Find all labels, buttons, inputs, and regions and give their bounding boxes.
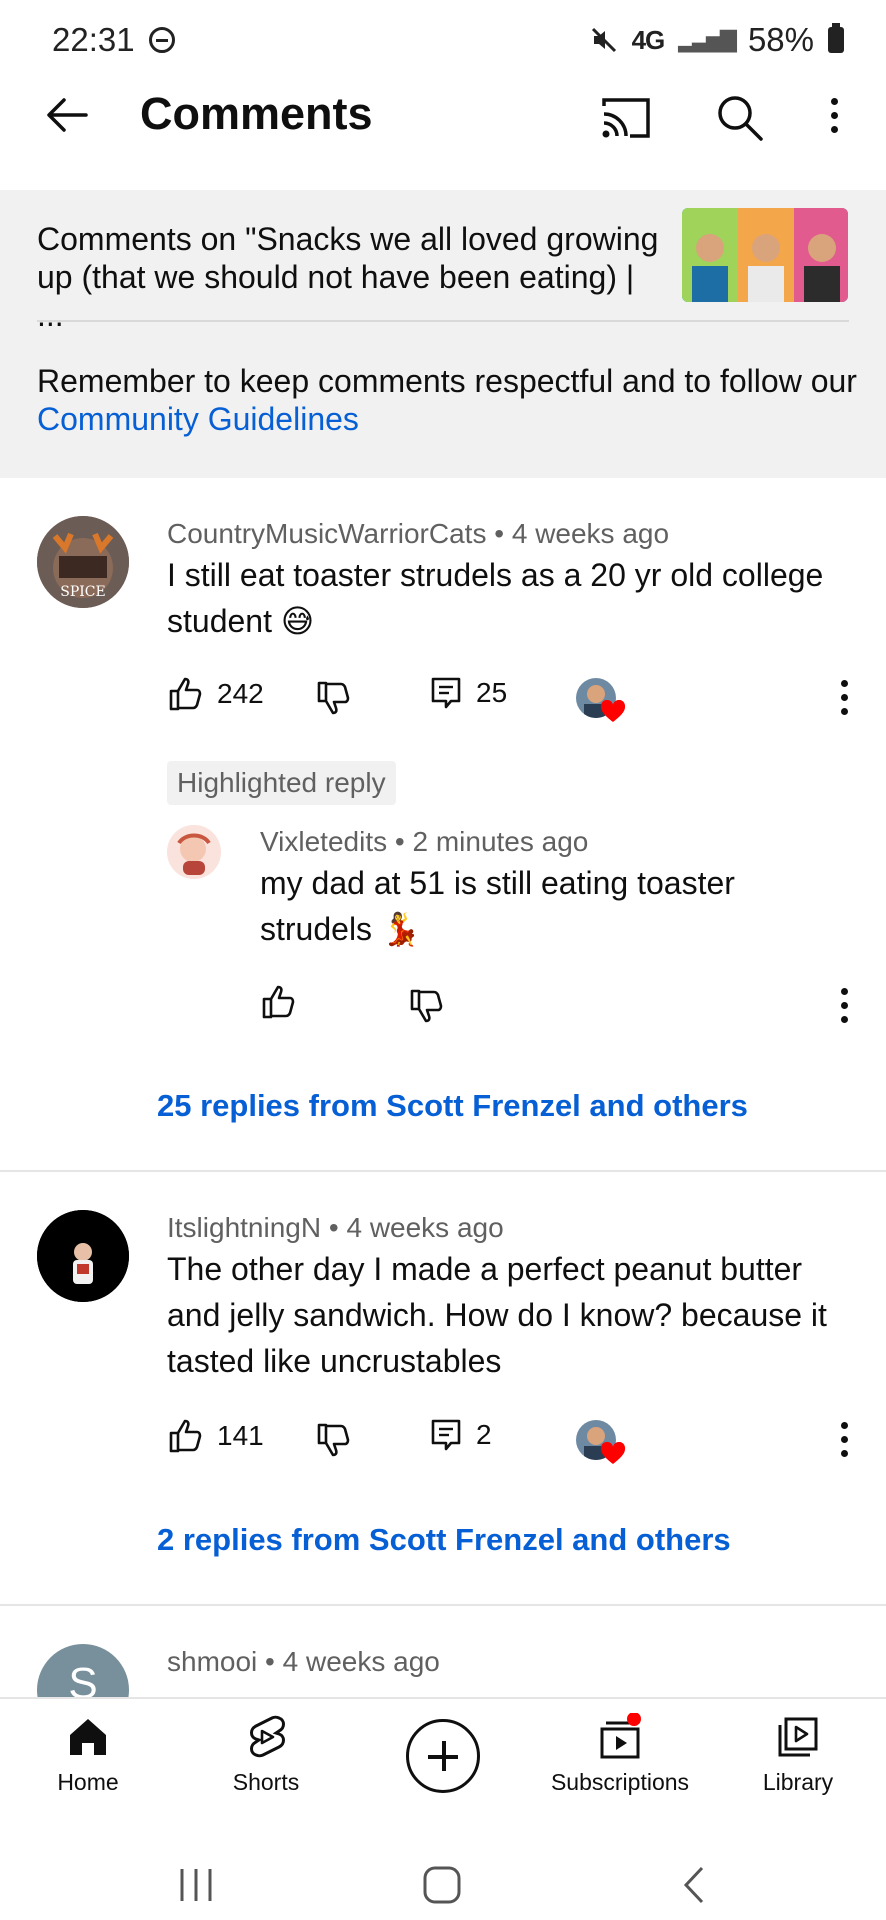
nav-subscriptions-label: Subscriptions (550, 1769, 690, 1795)
comment-author[interactable]: ItslightningN (167, 1212, 321, 1243)
view-replies-link[interactable]: 2 replies from Scott Frenzel and others (157, 1522, 731, 1558)
comment-text: I still eat toaster strudels as a 20 yr … (167, 557, 824, 639)
cast-icon[interactable] (600, 92, 652, 144)
nav-library[interactable]: Library (723, 1713, 873, 1796)
like-count: 242 (217, 678, 264, 709)
bottom-navigation: Home Shorts Subscriptions Library (0, 1697, 886, 1823)
community-guidelines-link[interactable]: Community Guidelines (37, 401, 359, 437)
comment-menu-icon[interactable] (839, 1422, 849, 1462)
avatar[interactable] (37, 1210, 129, 1302)
heart-icon (600, 1442, 626, 1464)
reply-meta: Vixletedits • 2 minutes ago (260, 826, 589, 857)
reply-author[interactable]: Vixletedits (260, 826, 387, 857)
reply-button[interactable]: 25 (430, 676, 507, 710)
comment-text: The other day I made a perfect peanut bu… (167, 1251, 827, 1379)
like-button[interactable]: 141 (167, 1418, 264, 1454)
comment-age: 4 weeks ago (346, 1212, 504, 1243)
shorts-icon (250, 1715, 285, 1758)
reply-menu-icon[interactable] (839, 988, 849, 1028)
home-icon (70, 1719, 106, 1755)
thumbs-down-icon[interactable] (315, 680, 351, 716)
heart-icon (600, 700, 626, 722)
avatar[interactable]: SPICE (37, 516, 129, 608)
battery-percent: 58% (747, 21, 814, 58)
status-time: 22:31 (52, 21, 135, 58)
more-options-icon[interactable] (829, 98, 839, 138)
status-bar: 22:31 4G ▂▃▅▇ 58% (0, 0, 886, 80)
system-navigation (0, 1823, 886, 1920)
community-rules: Remember to keep comments respectful and… (37, 362, 857, 438)
comment-meta: ItslightningN • 4 weeks ago (167, 1212, 504, 1243)
comment-divider (0, 1170, 886, 1172)
create-button[interactable] (406, 1719, 480, 1793)
like-count: 141 (217, 1420, 264, 1451)
reply-count: 25 (476, 677, 508, 708)
reply-button[interactable]: 2 (430, 1418, 492, 1452)
nav-library-label: Library (762, 1769, 834, 1795)
rules-text: Remember to keep comments respectful and… (37, 363, 857, 399)
reply-count: 2 (476, 1419, 492, 1450)
home-button-icon[interactable] (422, 1865, 462, 1905)
signal-icon: ▂▃▅▇ (678, 27, 737, 52)
comment-age: 4 weeks ago (511, 518, 670, 549)
comment-author[interactable]: shmooi (167, 1646, 257, 1677)
highlighted-reply-badge: Highlighted reply (167, 761, 396, 805)
reply-age: 2 minutes ago (412, 826, 589, 857)
battery-icon (828, 23, 844, 53)
panel-divider (37, 320, 849, 322)
svg-text:SPICE: SPICE (60, 584, 105, 600)
comment-meta: shmooi • 4 weeks ago (167, 1646, 440, 1677)
reply-avatar[interactable] (167, 825, 221, 879)
like-button[interactable]: 242 (167, 676, 264, 712)
back-arrow-icon[interactable] (42, 90, 92, 140)
comment-author[interactable]: CountryMusicWarriorCats (167, 518, 486, 549)
thumbs-up-icon (169, 1419, 202, 1453)
subscriptions-icon (600, 1713, 641, 1759)
thumbs-down-icon[interactable] (315, 1422, 351, 1458)
comment-peek: S shmooi • 4 weeks ago (0, 1630, 886, 1697)
search-icon[interactable] (714, 92, 766, 144)
nav-shorts[interactable]: Shorts (191, 1713, 341, 1796)
reply-thumbs-up-icon[interactable] (260, 984, 296, 1020)
comments-header-panel: Comments on "Snacks we all loved growing… (0, 190, 886, 478)
view-replies-link[interactable]: 25 replies from Scott Frenzel and others (157, 1088, 748, 1124)
nav-home[interactable]: Home (13, 1713, 163, 1796)
nav-home-label: Home (57, 1769, 119, 1795)
reply-thumbs-down-icon[interactable] (408, 988, 444, 1024)
comment-meta: CountryMusicWarriorCats • 4 weeks ago (167, 518, 670, 549)
comment-menu-icon[interactable] (839, 680, 849, 720)
thumbs-up-icon (169, 677, 202, 711)
recent-apps-icon[interactable] (176, 1867, 216, 1903)
video-title[interactable]: Comments on "Snacks we all loved growing… (37, 220, 667, 334)
mute-icon (591, 27, 616, 53)
library-icon (778, 1717, 818, 1757)
reply-icon (431, 677, 461, 709)
video-thumbnail[interactable] (682, 208, 848, 302)
do-not-disturb-icon (148, 27, 175, 53)
comment-divider (0, 1604, 886, 1606)
page-title: Comments (140, 88, 373, 139)
network-type: 4G (631, 24, 666, 55)
reply-text: my dad at 51 is still eating toaster str… (260, 865, 735, 947)
nav-shorts-label: Shorts (232, 1769, 300, 1795)
reply-icon (431, 1419, 461, 1451)
system-back-icon[interactable] (680, 1865, 708, 1905)
avatar[interactable]: S (37, 1644, 129, 1697)
nav-subscriptions[interactable]: Subscriptions (545, 1713, 695, 1796)
comment-age: 4 weeks ago (282, 1646, 440, 1677)
